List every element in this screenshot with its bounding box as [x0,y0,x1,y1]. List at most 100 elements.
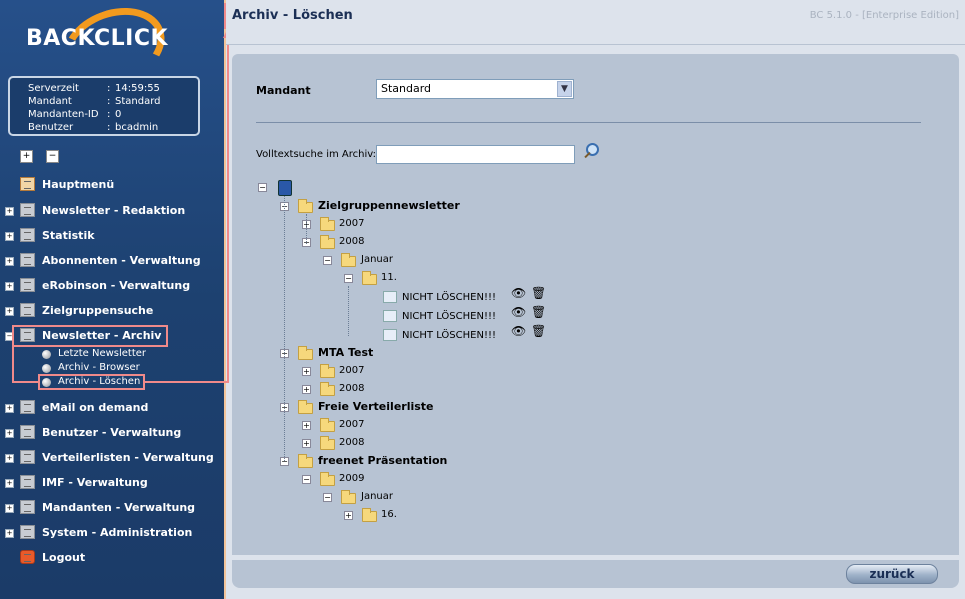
tree-year[interactable]: 2007 [339,419,364,435]
expand-icon[interactable]: + [5,232,14,241]
collapse-icon[interactable]: − [344,274,353,283]
expand-all-icon[interactable]: + [20,150,33,163]
collapse-all-icon[interactable]: − [46,150,59,163]
module-icon [20,475,35,489]
folder-open-icon [298,400,313,414]
version-label: BC 5.1.0 - [Enterprise Edition] [809,10,959,21]
expand-icon[interactable]: + [5,307,14,316]
info-row: Serverzeit:14:59:55 [28,83,160,94]
view-eye-icon[interactable]: 👁 [511,286,526,300]
tree-group[interactable]: MTA Test [318,346,373,362]
module-icon [20,278,35,292]
folder-open-icon [362,271,377,285]
expand-icon[interactable]: + [5,207,14,216]
tree-year[interactable]: 2009 [339,473,364,489]
nav-item-verteilerlisten-verwaltung[interactable]: + Verteilerlisten - Verwaltung [0,449,220,467]
module-icon [20,400,35,414]
tree-connector [284,196,285,461]
folder-open-icon [341,253,356,267]
collapse-icon[interactable]: − [302,475,311,484]
folder-icon [320,364,335,378]
tree-group[interactable]: Freie Verteilerliste [318,400,434,416]
nav-item-benutzer-verwaltung[interactable]: + Benutzer - Verwaltung [0,424,220,442]
expand-icon[interactable]: + [5,257,14,266]
folder-icon [362,508,377,522]
tree-month[interactable]: Januar [361,491,393,507]
collapse-icon[interactable]: − [323,256,332,265]
highlight-newsletter-archiv [12,325,168,347]
folder-open-icon [298,346,313,360]
folder-icon [320,436,335,450]
view-eye-icon[interactable]: 👁 [511,324,526,338]
tree-year[interactable]: 2008 [339,437,364,453]
nav-item-logout[interactable]: Logout [0,549,220,567]
nav-item-abonnenten-verwaltung[interactable]: + Abonnenten - Verwaltung [0,252,220,270]
expand-icon[interactable]: + [302,367,311,376]
sidebar: BACKCLICK Serverzeit:14:59:55 Mandant: St… [0,0,226,599]
tree-newsletter[interactable]: NICHT LÖSCHEN!!! [402,311,496,327]
nav-item-hauptmenu[interactable]: Hauptmenü [0,176,220,194]
module-icon [20,450,35,464]
expand-icon[interactable]: + [344,511,353,520]
nav-item-imf-verwaltung[interactable]: + IMF - Verwaltung [0,474,220,492]
mandant-select[interactable]: Standard ▼ [376,79,574,99]
chevron-down-icon[interactable]: ▼ [557,81,572,97]
newsletter-icon [383,329,397,341]
expand-icon[interactable]: + [5,429,14,438]
nav-item-email-on-demand[interactable]: + eMail on demand [0,399,220,417]
nav-item-erobinson-verwaltung[interactable]: + eRobinson - Verwaltung [0,277,220,295]
expand-icon[interactable]: + [5,454,14,463]
tree-newsletter[interactable]: NICHT LÖSCHEN!!! [402,292,496,308]
tree-day[interactable]: 16. [381,509,397,525]
newsletter-icon [383,291,397,303]
tree-newsletter[interactable]: NICHT LÖSCHEN!!! [402,330,496,346]
expand-icon[interactable]: + [302,421,311,430]
tree-group[interactable]: freenet Präsentation [318,454,447,470]
module-icon [20,203,35,217]
trash-icon[interactable]: 🗑 [531,286,546,300]
nav-item-system-administration[interactable]: + System - Administration [0,524,220,542]
expand-icon[interactable]: + [5,479,14,488]
back-button[interactable]: zurück [846,564,938,584]
annotation-arrow [145,381,228,383]
tree-year[interactable]: 2007 [339,365,364,381]
expand-icon[interactable]: + [5,282,14,291]
folder-icon [320,382,335,396]
search-label: Volltextsuche im Archiv: [256,149,376,160]
tree-connector [306,214,307,244]
trash-icon[interactable]: 🗑 [531,324,546,338]
collapse-icon[interactable]: − [323,493,332,502]
tree-group[interactable]: Zielgruppennewsletter [318,199,460,215]
info-row: Mandant: Standard [28,96,161,107]
search-input[interactable] [376,145,575,164]
nav-item-zielgruppensuche[interactable]: + Zielgruppensuche [0,302,220,320]
tree-month[interactable]: Januar [361,254,393,270]
collapse-icon[interactable]: − [258,183,267,192]
nav-item-newsletter-redaktion[interactable]: + Newsletter - Redaktion [0,202,220,220]
folder-open-icon [320,472,335,486]
view-eye-icon[interactable]: 👁 [511,305,526,319]
nav-item-mandanten-verwaltung[interactable]: + Mandanten - Verwaltung [0,499,220,517]
backclick-logo: BACKCLICK [22,0,182,100]
folder-open-icon [298,199,313,213]
server-info-box: Serverzeit:14:59:55 Mandant: Standard Man… [8,76,200,136]
tree-year[interactable]: 2008 [339,236,364,252]
page-header: Archiv - Löschen BC 5.1.0 - [Enterprise … [226,0,965,45]
tree-year[interactable]: 2007 [339,218,364,234]
folder-icon [320,217,335,231]
module-icon [20,253,35,267]
trash-icon[interactable]: 🗑 [531,305,546,319]
mandant-label: Mandant [256,84,311,97]
nav-item-statistik[interactable]: + Statistik [0,227,220,245]
expand-icon[interactable]: + [5,529,14,538]
logo-text: BACKCLICK [26,26,169,51]
module-icon [20,525,35,539]
tree-year[interactable]: 2008 [339,383,364,399]
expand-icon[interactable]: + [302,439,311,448]
expand-icon[interactable]: + [5,504,14,513]
expand-icon[interactable]: + [302,385,311,394]
folder-icon [320,418,335,432]
expand-icon[interactable]: + [5,404,14,413]
tree-day[interactable]: 11. [381,272,397,288]
annotation-arrow [12,381,40,383]
